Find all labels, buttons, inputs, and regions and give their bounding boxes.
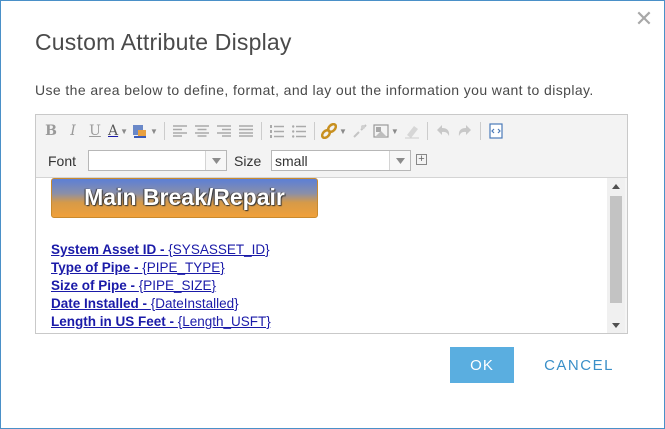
expand-icon[interactable]: + bbox=[416, 154, 427, 165]
font-color-button[interactable]: A ▼ bbox=[108, 121, 128, 141]
field-name: Date Installed - bbox=[51, 296, 151, 311]
insert-image-button[interactable]: ▼ bbox=[373, 121, 399, 141]
size-select[interactable]: small bbox=[271, 150, 411, 171]
chevron-down-icon: ▼ bbox=[150, 126, 158, 136]
size-select-value: small bbox=[275, 153, 308, 169]
rich-text-editor: B I U A ▼ ▼ ▼ ▼ Font Size small + Main B… bbox=[35, 114, 628, 334]
font-color-icon: A bbox=[108, 123, 119, 139]
align-right-icon[interactable] bbox=[215, 121, 233, 141]
close-icon[interactable]: ✕ bbox=[634, 8, 654, 30]
field-token: {PIPE_TYPE} bbox=[142, 260, 225, 275]
bold-icon[interactable]: B bbox=[42, 121, 60, 141]
scroll-up-icon[interactable] bbox=[607, 178, 625, 194]
banner-text: Main Break/Repair bbox=[84, 184, 285, 210]
highlight-color-icon bbox=[133, 125, 147, 138]
toolbar-separator bbox=[426, 122, 428, 140]
field-token: {PIPE_SIZE} bbox=[138, 278, 217, 293]
field-row-length-usft[interactable]: Length in US Feet - {Length_USFT} bbox=[51, 313, 271, 331]
custom-attribute-dialog: ✕ Custom Attribute Display Use the area … bbox=[0, 0, 665, 429]
toolbar-separator bbox=[163, 122, 165, 140]
insert-image-icon bbox=[373, 124, 389, 138]
vertical-scrollbar[interactable] bbox=[607, 178, 625, 333]
editor-content-area[interactable]: Main Break/Repair System Asset ID - {SYS… bbox=[36, 178, 607, 333]
chevron-down-icon[interactable] bbox=[205, 151, 226, 170]
justify-icon[interactable] bbox=[237, 121, 255, 141]
align-center-icon[interactable] bbox=[193, 121, 211, 141]
chevron-down-icon: ▼ bbox=[338, 126, 347, 136]
align-left-icon[interactable] bbox=[171, 121, 189, 141]
toolbar-separator bbox=[313, 122, 315, 140]
toolbar-row-formatting: B I U A ▼ ▼ ▼ ▼ bbox=[42, 120, 509, 142]
remove-format-icon[interactable] bbox=[403, 121, 421, 141]
numbered-list-icon[interactable] bbox=[268, 121, 286, 141]
editor-toolbar: B I U A ▼ ▼ ▼ ▼ Font Size small + bbox=[36, 115, 627, 178]
toolbar-separator bbox=[260, 122, 262, 140]
field-token: {DateInstalled} bbox=[150, 296, 239, 311]
font-label: Font bbox=[48, 153, 77, 169]
ok-button[interactable]: OK bbox=[450, 347, 514, 383]
font-select[interactable] bbox=[88, 150, 227, 171]
scrollbar-thumb[interactable] bbox=[610, 196, 622, 303]
dialog-title: Custom Attribute Display bbox=[35, 29, 292, 55]
attribute-field-list: System Asset ID - {SYSASSET_ID} Type of … bbox=[51, 241, 271, 331]
scroll-down-icon[interactable] bbox=[607, 317, 625, 333]
insert-link-icon bbox=[320, 123, 337, 139]
chevron-down-icon: ▼ bbox=[390, 126, 399, 136]
underline-icon[interactable]: U bbox=[86, 121, 104, 141]
unlink-icon[interactable] bbox=[351, 121, 369, 141]
redo-icon[interactable] bbox=[456, 121, 474, 141]
field-name: Length in US Feet - bbox=[51, 314, 178, 329]
field-token: {SYSASSET_ID} bbox=[168, 242, 270, 257]
toolbar-separator bbox=[479, 122, 481, 140]
view-source-icon[interactable] bbox=[487, 121, 505, 141]
chevron-down-icon: ▼ bbox=[120, 126, 129, 136]
field-name: System Asset ID - bbox=[51, 242, 169, 257]
italic-icon[interactable]: I bbox=[64, 121, 82, 141]
cancel-button[interactable]: CANCEL bbox=[535, 347, 623, 383]
chevron-down-icon[interactable] bbox=[389, 151, 410, 170]
undo-icon[interactable] bbox=[434, 121, 452, 141]
field-name: Type of Pipe - bbox=[51, 260, 143, 275]
field-token: {Length_USFT} bbox=[177, 314, 271, 329]
dialog-subtitle: Use the area below to define, format, an… bbox=[35, 82, 594, 98]
field-row-pipe-size[interactable]: Size of Pipe - {PIPE_SIZE} bbox=[51, 277, 271, 295]
field-row-system-asset-id[interactable]: System Asset ID - {SYSASSET_ID} bbox=[51, 241, 271, 259]
field-name: Size of Pipe - bbox=[51, 278, 139, 293]
toolbar-row-font: Font Size small + bbox=[36, 149, 627, 173]
field-row-date-installed[interactable]: Date Installed - {DateInstalled} bbox=[51, 295, 271, 313]
bullet-list-icon[interactable] bbox=[290, 121, 308, 141]
field-row-pipe-type[interactable]: Type of Pipe - {PIPE_TYPE} bbox=[51, 259, 271, 277]
title-banner: Main Break/Repair bbox=[51, 178, 318, 218]
size-label: Size bbox=[234, 153, 262, 169]
highlight-color-button[interactable]: ▼ bbox=[132, 121, 158, 141]
insert-link-button[interactable]: ▼ bbox=[320, 121, 347, 141]
